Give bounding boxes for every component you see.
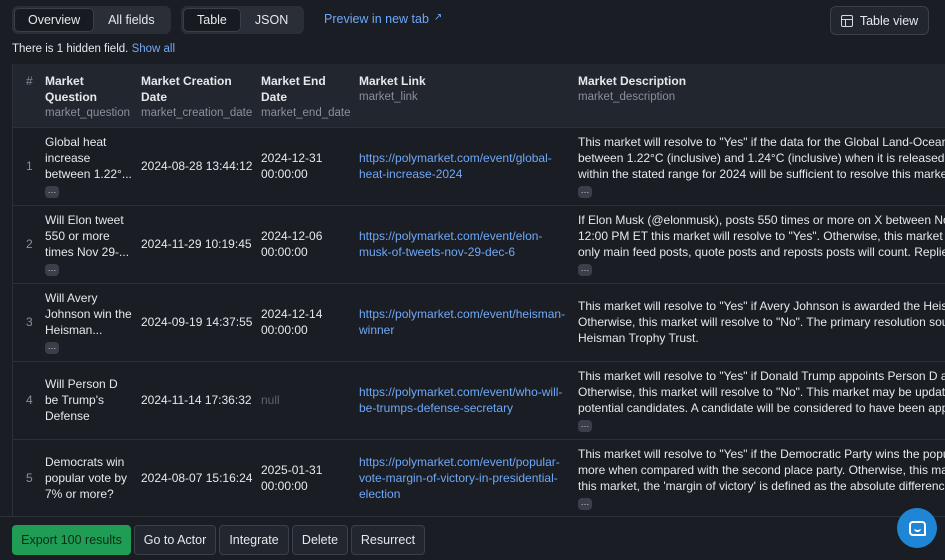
table-row[interactable]: 1 Global heat increase between 1.22°... … 2…: [13, 126, 945, 205]
cell-market-link[interactable]: https://polymarket.com/event/elon-musk-o…: [351, 204, 570, 283]
row-index: 5: [13, 438, 37, 516]
cell-market-end-date: null: [253, 360, 351, 439]
table-row[interactable]: 3 Will Avery Johnson win the Heisman... … 2…: [13, 282, 945, 361]
cell-market-question: Will Avery Johnson win the Heisman... …: [37, 282, 133, 361]
cell-market-creation-date: 2024-11-14 17:36:32: [133, 360, 253, 439]
table-view-button[interactable]: Table view: [830, 6, 929, 35]
market-description-text: This market will resolve to "Yes" if the…: [578, 135, 945, 181]
row-index: 2: [13, 204, 37, 283]
table-view-label: Table view: [859, 13, 919, 28]
bottom-action-bar: Export 100 results Go to Actor Integrate…: [0, 516, 945, 560]
preview-in-new-tab-link[interactable]: Preview in new tab ↗: [324, 12, 442, 26]
cell-market-end-date: 2025-01-31 00:00:00: [253, 438, 351, 516]
cell-market-end-date: 2024-12-14 00:00:00: [253, 282, 351, 361]
cell-market-question: Global heat increase between 1.22°... …: [37, 126, 133, 205]
cell-market-link[interactable]: https://polymarket.com/event/who-will-be…: [351, 360, 570, 439]
row-index: 1: [13, 126, 37, 205]
market-description-text: This market will resolve to "Yes" if Ave…: [578, 299, 945, 345]
table-body: 1 Global heat increase between 1.22°...… 2…: [13, 126, 945, 516]
tab-table[interactable]: Table: [183, 8, 241, 32]
table-header-row: # Market Question market_question Market …: [13, 64, 945, 127]
cell-market-description: If Elon Musk (@elonmusk), posts 550 time…: [570, 204, 945, 283]
market-question-text: Will Avery Johnson win the Heisman...: [45, 291, 132, 337]
cell-market-description: This market will resolve to "Yes" if Don…: [570, 360, 945, 439]
column-header-market-question[interactable]: Market Question market_question: [37, 64, 133, 127]
results-table-container[interactable]: # Market Question market_question Market …: [12, 64, 945, 516]
market-question-text: Democrats win popular vote by 7% or more…: [45, 455, 128, 502]
expand-more-icon[interactable]: …: [578, 419, 592, 432]
tab-all-fields[interactable]: All fields: [94, 8, 169, 32]
market-question-text: Will Person D be Trump's Defense Secreta…: [45, 377, 118, 423]
expand-more-icon[interactable]: …: [578, 498, 592, 511]
resurrect-button[interactable]: Resurrect: [351, 525, 425, 555]
cell-market-creation-date: 2024-08-07 15:16:24: [133, 438, 253, 516]
integrate-button[interactable]: Integrate: [219, 525, 289, 555]
hidden-fields-text: There is 1 hidden field.: [12, 43, 129, 55]
row-index: 4: [13, 360, 37, 439]
export-results-button[interactable]: Export 100 results: [12, 525, 131, 555]
table-row[interactable]: 4Will Person D be Trump's Defense Secret…: [13, 360, 945, 439]
go-to-actor-button[interactable]: Go to Actor: [134, 525, 216, 555]
column-header-market-link[interactable]: Market Link market_link: [351, 64, 570, 127]
chat-icon: [908, 520, 926, 536]
market-description-text: This market will resolve to "Yes" if the…: [578, 447, 945, 494]
external-link-icon: ↗: [433, 12, 443, 23]
results-table: # Market Question market_question Market …: [13, 64, 945, 516]
grid-icon: [840, 14, 853, 27]
preview-link-label: Preview in new tab: [324, 12, 429, 26]
cell-market-end-date: 2024-12-31 00:00:00: [253, 126, 351, 205]
show-all-link[interactable]: Show all: [132, 43, 175, 55]
row-index: 3: [13, 282, 37, 361]
table-row[interactable]: 2 Will Elon tweet 550 or more times Nov 2…: [13, 204, 945, 283]
view-mode-toggle: Overview All fields: [12, 6, 171, 34]
tab-overview[interactable]: Overview: [14, 8, 95, 32]
column-header-market-end-date[interactable]: Market End Date market_end_date: [253, 64, 351, 127]
table-row[interactable]: 5 Democrats win popular vote by 7% or mor…: [13, 438, 945, 516]
cell-market-link[interactable]: https://polymarket.com/event/popular-vot…: [351, 438, 570, 516]
cell-market-description: This market will resolve to "Yes" if Ave…: [570, 282, 945, 361]
top-toolbar: Overview All fields Table JSON Preview i…: [0, 0, 945, 42]
cell-market-description: This market will resolve to "Yes" if the…: [570, 126, 945, 205]
market-question-text: Will Elon tweet 550 or more times Nov 29…: [45, 213, 130, 259]
cell-market-question: Democrats win popular vote by 7% or more…: [37, 438, 133, 516]
hidden-fields-note: There is 1 hidden field. Show all: [12, 43, 175, 55]
cell-market-creation-date: 2024-09-19 14:37:55: [133, 282, 253, 361]
cell-market-question: Will Person D be Trump's Defense Secreta…: [37, 360, 133, 439]
cell-market-description: This market will resolve to "Yes" if the…: [570, 438, 945, 516]
expand-more-icon[interactable]: …: [578, 185, 592, 198]
cell-market-end-date: 2024-12-06 00:00:00: [253, 204, 351, 283]
cell-market-link[interactable]: https://polymarket.com/event/heisman-win…: [351, 282, 570, 361]
expand-more-icon[interactable]: …: [45, 185, 59, 198]
cell-market-creation-date: 2024-11-29 10:19:45: [133, 204, 253, 283]
column-header-market-creation-date[interactable]: Market Creation Date market_creation_date: [133, 64, 253, 127]
column-header-index: #: [26, 74, 33, 88]
format-toggle: Table JSON: [181, 6, 305, 34]
cell-market-question: Will Elon tweet 550 or more times Nov 29…: [37, 204, 133, 283]
cell-market-creation-date: 2024-08-28 13:44:12: [133, 126, 253, 205]
expand-more-icon[interactable]: …: [578, 263, 592, 276]
expand-more-icon[interactable]: …: [45, 341, 59, 354]
cell-market-link[interactable]: https://polymarket.com/event/global-heat…: [351, 126, 570, 205]
market-description-text: If Elon Musk (@elonmusk), posts 550 time…: [578, 213, 945, 259]
tab-json[interactable]: JSON: [241, 8, 302, 32]
chat-support-button[interactable]: [897, 508, 937, 548]
column-header-market-description[interactable]: Market Description market_description: [570, 64, 945, 127]
market-description-text: This market will resolve to "Yes" if Don…: [578, 369, 945, 415]
expand-more-icon[interactable]: …: [45, 263, 59, 276]
market-question-text: Global heat increase between 1.22°...: [45, 135, 132, 181]
delete-button[interactable]: Delete: [292, 525, 348, 555]
